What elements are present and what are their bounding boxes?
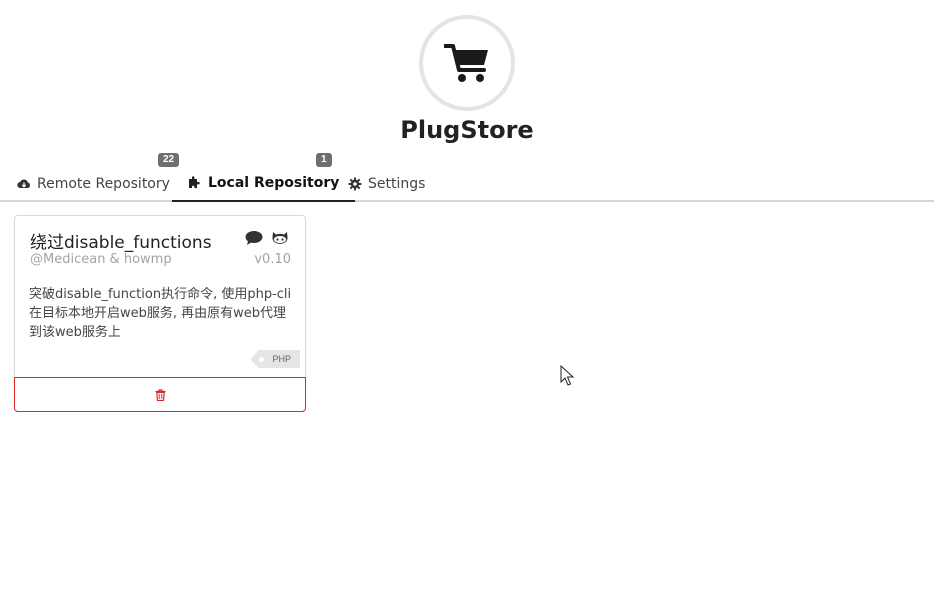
app-title: PlugStore	[400, 116, 534, 144]
plugin-description: 突破disable_function执行命令, 使用php-cli在目标本地开启…	[29, 287, 292, 340]
tag-hole	[259, 357, 265, 362]
shopping-cart-icon	[444, 44, 488, 82]
app-logo	[419, 15, 515, 111]
puzzle-icon	[188, 175, 202, 190]
local-count-badge: 1	[316, 153, 332, 167]
tab-remote-repository[interactable]: Remote Repository 22	[17, 153, 180, 202]
tab-local-repository[interactable]: Local Repository 1	[172, 153, 356, 202]
tab-label: Remote Repository	[37, 175, 170, 192]
mouse-cursor-icon	[560, 365, 574, 386]
cloud-download-icon	[17, 177, 31, 191]
tab-bar: Remote Repository 22 Local Repository 1	[0, 153, 934, 202]
plugin-title: 绕过disable_functions	[30, 233, 212, 253]
tab-label: Local Repository	[208, 174, 340, 191]
plugin-author: @Medicean & howmp	[30, 252, 172, 267]
tag-label: PHP	[272, 354, 291, 364]
github-icon[interactable]	[271, 230, 289, 251]
trash-icon	[155, 388, 165, 401]
tab-settings[interactable]: Settings	[348, 165, 425, 202]
plugin-version: v0.10	[254, 252, 291, 267]
gear-icon	[348, 177, 362, 191]
delete-plugin-button[interactable]	[14, 377, 306, 412]
tab-label: Settings	[368, 175, 426, 192]
comment-icon[interactable]	[245, 230, 263, 251]
language-tag: PHP	[250, 350, 300, 368]
